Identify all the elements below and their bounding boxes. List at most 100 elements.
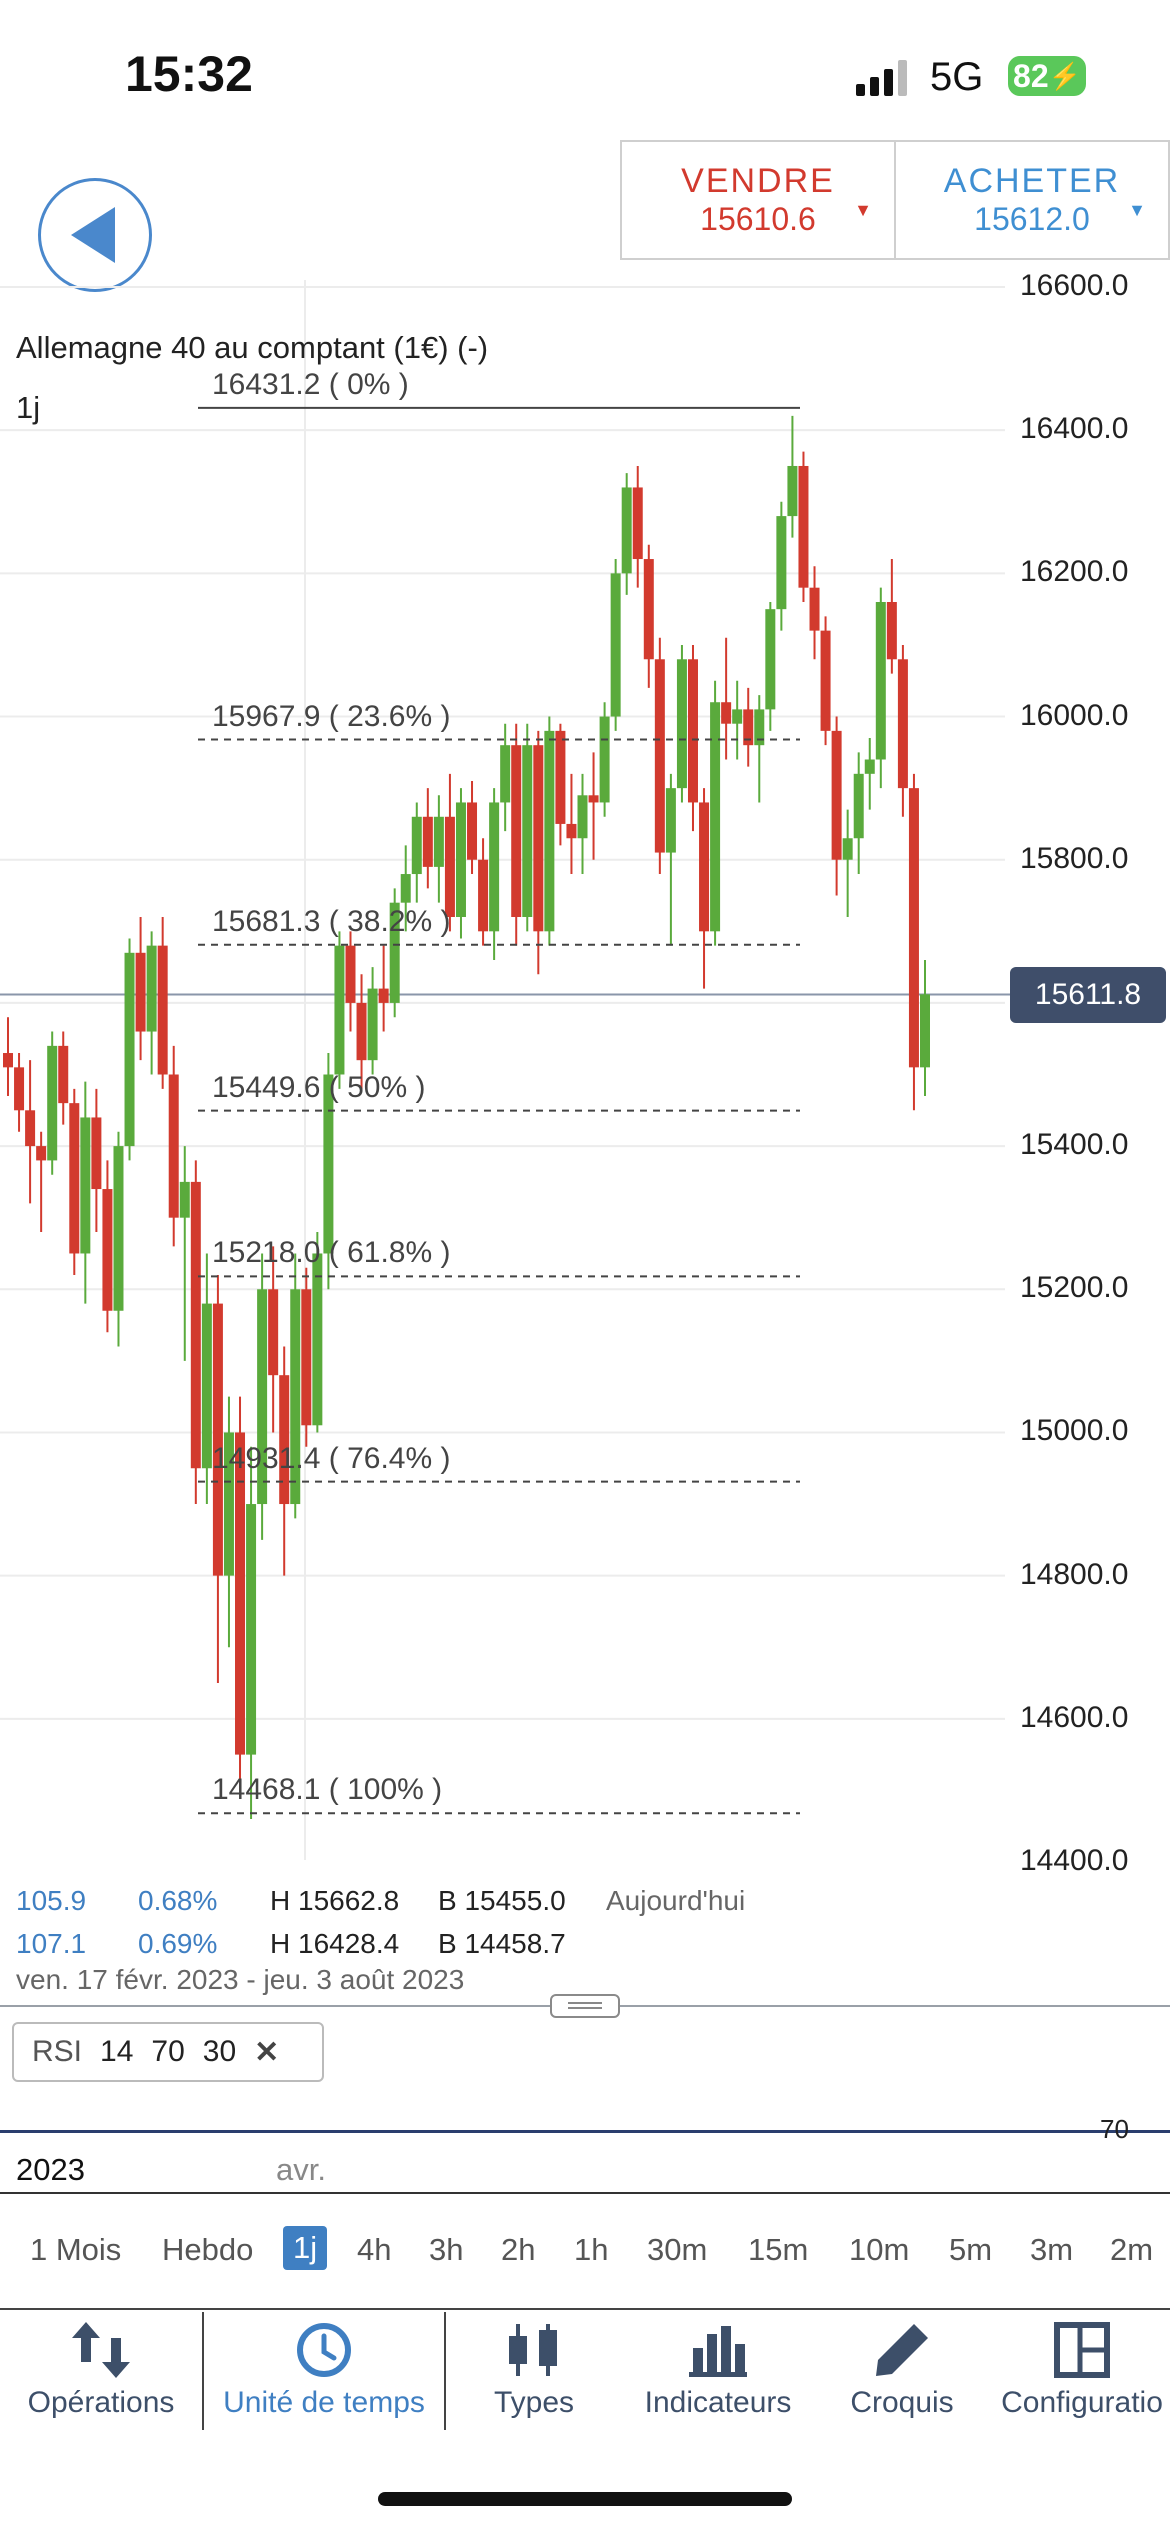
tab-unite-de-temps[interactable]: Unité de temps [202, 2312, 446, 2430]
candle-body [433, 816, 444, 867]
timeframe-2m[interactable]: 2m [1110, 2232, 1153, 2268]
current-price-tag: 15611.8 [1010, 967, 1166, 1023]
candle-body [400, 874, 411, 903]
candle-body [135, 952, 146, 1032]
bar-chart-icon [689, 2326, 747, 2377]
buy-label: ACHETER [943, 162, 1121, 200]
resize-handle[interactable] [550, 1994, 620, 2018]
timeframe-15m[interactable]: 15m [748, 2232, 808, 2268]
tab-croquis[interactable]: Croquis [810, 2312, 994, 2430]
sell-button[interactable]: VENDRE 15610.6 ▼ [622, 142, 894, 258]
candle [654, 637, 665, 875]
candle [489, 788, 500, 960]
candle-body [864, 759, 875, 774]
candle [676, 644, 687, 803]
candle-body [676, 659, 687, 789]
tab-types[interactable]: Types [442, 2312, 626, 2430]
candle-body [3, 1053, 13, 1068]
candle-body [544, 730, 555, 932]
candle-body [632, 487, 643, 560]
candle-body [312, 1253, 323, 1426]
timeframe-3m[interactable]: 3m [1030, 2232, 1073, 2268]
clock-icon [297, 2323, 351, 2377]
candle-body [721, 702, 732, 724]
timeframe-3h[interactable]: 3h [429, 2232, 463, 2268]
candle [179, 1146, 190, 1361]
tab-configuration[interactable]: Configuratio [994, 2312, 1170, 2430]
candle-body [146, 945, 157, 1032]
candle [555, 723, 566, 846]
candle [3, 1017, 13, 1096]
candle [787, 415, 798, 538]
stat-pct-1: 0.68% [138, 1885, 218, 1916]
stat-value-2: 107.1 [16, 1928, 87, 1959]
stat-value-1: 105.9 [16, 1885, 87, 1916]
fibonacci-label: 15449.6 ( 50% ) [212, 1070, 426, 1104]
candle [168, 1045, 179, 1247]
rsi-indicator-chip[interactable]: RSI 14 70 30 ✕ [12, 2022, 324, 2082]
candle-body [179, 1181, 190, 1218]
candle [124, 938, 135, 1161]
rsi-period: 14 [100, 2035, 134, 2068]
candle [776, 501, 787, 631]
candle-body [14, 1067, 25, 1111]
buy-button[interactable]: ACHETER 15612.0 ▼ [894, 142, 1168, 258]
back-button[interactable] [38, 178, 152, 292]
tab-operations[interactable]: Opérations [0, 2312, 202, 2430]
candle-body [809, 587, 820, 631]
timeframe-1h[interactable]: 1h [574, 2232, 608, 2268]
candle [687, 644, 698, 832]
candle [765, 602, 776, 731]
battery-indicator: 82 ⚡ [1008, 56, 1086, 96]
tab-label: Indicateurs [644, 2386, 792, 2419]
candle [411, 802, 422, 903]
candle [257, 1253, 268, 1540]
price-chart[interactable] [0, 280, 1170, 1860]
rsi-label: RSI [32, 2035, 83, 2068]
candle-body [732, 709, 743, 724]
status-time: 15:32 [125, 46, 253, 102]
candle-body [511, 745, 522, 917]
candle [897, 644, 908, 817]
fibonacci-label: 15218.0 ( 61.8% ) [212, 1236, 451, 1270]
sell-dropdown-icon[interactable]: ▼ [854, 200, 872, 221]
timeframe-hebdo[interactable]: Hebdo [162, 2232, 253, 2268]
fibonacci-label: 15967.9 ( 23.6% ) [212, 699, 451, 733]
candle [886, 559, 897, 674]
time-axis-month: avr. [276, 2152, 326, 2187]
y-tick-label: 16400.0 [1020, 412, 1129, 446]
candle-body [665, 788, 676, 853]
timeframe-5m[interactable]: 5m [949, 2232, 992, 2268]
candle-body [157, 945, 168, 1075]
tab-indicateurs[interactable]: Indicateurs [626, 2312, 810, 2430]
buy-dropdown-icon[interactable]: ▼ [1128, 200, 1146, 221]
candle [135, 917, 146, 1061]
y-tick-label: 14400.0 [1020, 1844, 1129, 1877]
timeframe-30m[interactable]: 30m [647, 2232, 707, 2268]
y-tick-label: 15800.0 [1020, 841, 1129, 875]
candle-body [875, 602, 886, 760]
candle [212, 1274, 223, 1684]
candle-body [886, 602, 897, 660]
timeframe-1j[interactable]: 1j [283, 2226, 328, 2270]
y-tick-label: 16000.0 [1020, 698, 1129, 732]
fibonacci-label: 14468.1 ( 100% ) [212, 1773, 443, 1807]
timeframe-2h[interactable]: 2h [501, 2232, 535, 2268]
close-icon[interactable]: ✕ [254, 2035, 279, 2070]
timeframe-10m[interactable]: 10m [849, 2232, 909, 2268]
candle-body [842, 838, 853, 860]
chart-canvas[interactable] [0, 280, 1170, 1860]
stat-today-tag: Aujourd'hui [606, 1885, 746, 1916]
timeframe-4h[interactable]: 4h [357, 2232, 391, 2268]
candle [621, 473, 632, 595]
candle [820, 616, 831, 746]
stat-pct-2: 0.69% [138, 1928, 218, 1959]
timeframe-1-mois[interactable]: 1 Mois [30, 2232, 121, 2268]
candle-body [91, 1117, 102, 1190]
candle-body [279, 1375, 290, 1505]
candle [743, 687, 754, 767]
candlestick-icon [509, 2324, 557, 2376]
y-tick-label: 14600.0 [1020, 1700, 1129, 1734]
candle [223, 1396, 234, 1648]
candle [47, 1031, 58, 1175]
